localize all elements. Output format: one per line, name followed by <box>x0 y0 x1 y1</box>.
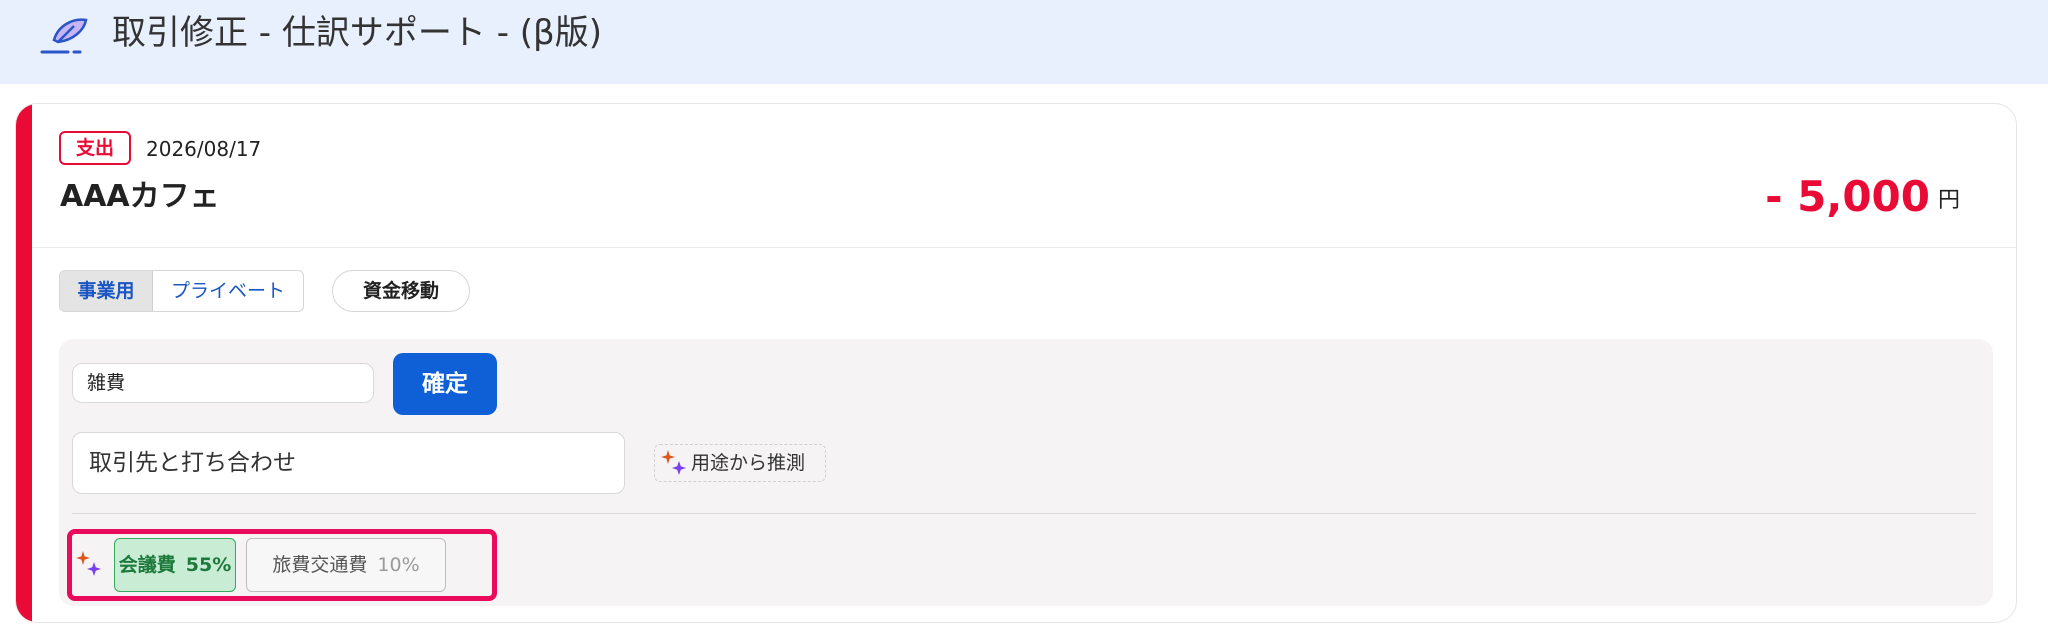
transaction-card: 支出 2026/08/17 AAAカフェ - 5,000 円 事業用 プライベー… <box>15 103 2017 623</box>
ai-suggestions: 会議費 55% 旅費交通費 10% <box>67 529 497 601</box>
suggestion-label: 会議費 <box>118 554 176 576</box>
app-header: 取引修正 - 仕訳サポート - (β版) <box>0 0 2048 84</box>
category-input[interactable]: 雑費 <box>72 363 374 403</box>
divider <box>32 247 2016 248</box>
transaction-date: 2026/08/17 <box>146 137 262 161</box>
panel-divider <box>72 513 1976 514</box>
usage-toggle: 事業用 プライベート <box>59 270 304 312</box>
usage-option-business[interactable]: 事業用 <box>60 271 153 311</box>
suggestion-chip-travel[interactable]: 旅費交通費 10% <box>246 538 446 592</box>
categorization-panel: 雑費 確定 取引先と打ち合わせ 用途から推測 会議費 55% 旅費交通費 10% <box>59 339 1993 606</box>
guess-from-purpose-button[interactable]: 用途から推測 <box>654 444 826 482</box>
suggestion-chip-meeting[interactable]: 会議費 55% <box>114 538 236 592</box>
transaction-type-badge: 支出 <box>59 131 131 165</box>
memo-input[interactable]: 取引先と打ち合わせ <box>72 432 625 494</box>
payee-name: AAAカフェ <box>60 179 220 214</box>
guess-label: 用途から推測 <box>691 452 806 474</box>
fund-transfer-button[interactable]: 資金移動 <box>332 270 470 312</box>
transaction-amount: - 5,000 <box>1765 172 1930 221</box>
feather-pen-icon <box>40 18 88 54</box>
currency-unit: 円 <box>1937 188 1960 213</box>
suggestion-percent: 10% <box>377 554 420 576</box>
page-title: 取引修正 - 仕訳サポート - (β版) <box>112 13 602 53</box>
sparkle-icon <box>661 450 686 475</box>
suggestion-percent: 55% <box>185 554 232 576</box>
usage-option-private[interactable]: プライベート <box>153 271 303 311</box>
suggestion-label: 旅費交通費 <box>272 554 368 576</box>
sparkle-icon <box>76 551 101 576</box>
expense-accent-bar <box>16 104 32 622</box>
confirm-button[interactable]: 確定 <box>393 353 497 415</box>
